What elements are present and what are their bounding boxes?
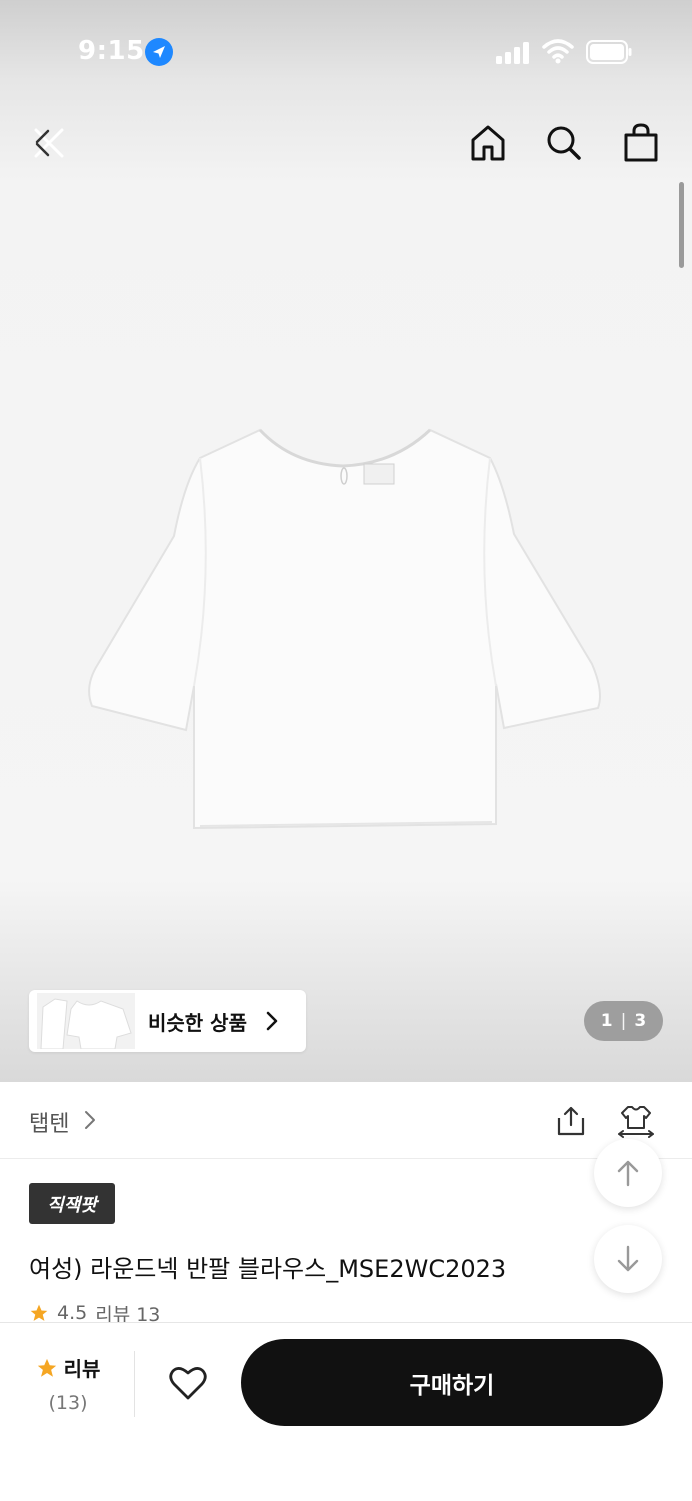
review-label: 리뷰 [63,1357,101,1381]
product-image [88,428,601,830]
brand-row: 탭텐 [0,1082,692,1159]
pager-separator: | [620,1011,627,1031]
home-button[interactable] [465,120,511,166]
buy-button[interactable]: 구매하기 [241,1339,663,1426]
heart-icon[interactable] [166,1361,210,1405]
product-gallery[interactable]: 9:15 비슷한 상품 1 | 3 [0,0,692,1082]
pager-current: 1 [600,1011,613,1031]
similar-product-thumbnail [37,993,135,1049]
review-button[interactable]: 리뷰 (13) [18,1343,118,1433]
cart-button[interactable] [618,120,664,166]
rating-row[interactable]: 4.5 리뷰 13 [29,1302,160,1324]
rating-value: 4.5 [57,1302,88,1324]
arrow-up-icon [617,1160,639,1187]
scroll-down-button[interactable] [594,1225,662,1293]
shopping-bag-icon [624,123,658,162]
image-pager-indicator: 1 | 3 [584,1001,663,1041]
scroll-up-button[interactable] [594,1139,662,1207]
home-icon [471,125,505,161]
size-guide-icon[interactable] [616,1104,656,1138]
cellular-signal-icon [496,42,529,64]
promo-badge: 직잭팟 [29,1183,115,1224]
search-button[interactable] [541,120,587,166]
battery-icon [586,40,632,64]
similar-products-button[interactable]: 비슷한 상품 [29,990,306,1052]
star-icon [30,1304,48,1321]
star-icon [37,1358,56,1377]
review-count: (13) [48,1392,88,1414]
status-time: 9:15 [78,36,145,66]
chevron-right-icon[interactable] [84,1110,96,1130]
bottom-action-bar: 리뷰 (13) 구매하기 [0,1322,692,1501]
share-icon[interactable] [554,1104,588,1138]
wifi-icon [542,39,574,64]
arrow-down-icon [617,1245,639,1272]
chevron-right-icon [266,1011,278,1031]
similar-products-label: 비슷한 상품 [148,1011,247,1035]
close-button[interactable] [26,120,72,166]
brand-link[interactable]: 탭텐 [29,1106,69,1138]
scrollbar[interactable] [679,182,684,268]
location-arrow-icon [145,38,173,66]
close-icon [34,128,64,158]
rating-review-count: 리뷰 13 [95,1303,161,1325]
product-title: 여성) 라운드넥 반팔 블라우스_MSE2WC2023 [29,1255,507,1283]
pager-total: 3 [634,1011,647,1031]
search-icon [547,126,581,160]
divider [134,1351,135,1417]
